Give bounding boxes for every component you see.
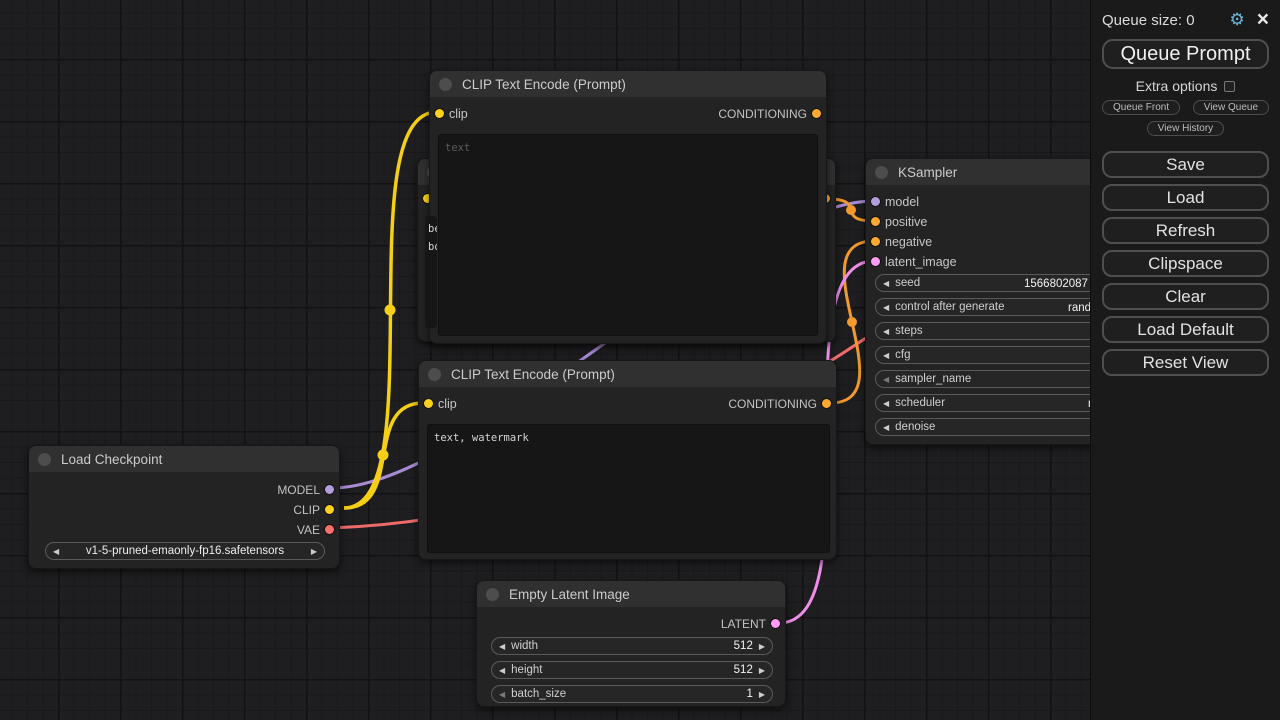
clipspace-button[interactable]: Clipspace	[1102, 250, 1269, 277]
load-default-button[interactable]: Load Default	[1102, 316, 1269, 343]
decrement-icon[interactable]: ◀	[883, 399, 889, 408]
model-input-label: model	[885, 192, 919, 212]
batch-size-widget[interactable]: ◀ batch_size 1 ▶	[491, 685, 773, 703]
prompt-textarea[interactable]: text	[438, 134, 818, 336]
vae-output-label: VAE	[297, 520, 320, 540]
refresh-button[interactable]: Refresh	[1102, 217, 1269, 244]
node-title: Empty Latent Image	[509, 587, 630, 602]
save-button[interactable]: Save	[1102, 151, 1269, 178]
increment-icon[interactable]: ▶	[759, 690, 765, 699]
node-title-bar[interactable]: Load Checkpoint	[29, 446, 339, 472]
negative-input-port[interactable]	[871, 237, 880, 246]
settings-gear-icon[interactable]: ⚙	[1229, 10, 1244, 30]
collapse-dot-icon[interactable]	[875, 166, 888, 179]
decrement-icon[interactable]: ◀	[499, 690, 505, 699]
positive-input-label: positive	[885, 212, 927, 232]
clip-output-label: CLIP	[293, 500, 320, 520]
increment-icon[interactable]: ▶	[759, 642, 765, 651]
ckpt-name-value: v1-5-pruned-emaonly-fp16.safetensors	[59, 545, 311, 557]
height-widget[interactable]: ◀ height 512 ▶	[491, 661, 773, 679]
increment-icon[interactable]: ▶	[311, 547, 317, 556]
queue-front-button[interactable]: Queue Front	[1102, 100, 1180, 115]
view-history-button[interactable]: View History	[1147, 121, 1224, 136]
model-output-label: MODEL	[277, 480, 320, 500]
latent-output-label: LATENT	[721, 614, 766, 634]
node-title: CLIP Text Encode (Prompt)	[451, 367, 615, 382]
vae-output-port[interactable]	[325, 525, 334, 534]
decrement-icon[interactable]: ◀	[883, 423, 889, 432]
decrement-icon[interactable]: ◀	[499, 666, 505, 675]
negative-prompt-textarea[interactable]: text, watermark	[427, 424, 830, 553]
node-empty-latent-image[interactable]: Empty Latent Image LATENT ◀ width 512 ▶ …	[476, 580, 786, 707]
latent-output-port[interactable]	[771, 619, 780, 628]
conditioning-output-label: CONDITIONING	[718, 104, 807, 124]
reset-view-button[interactable]: Reset View	[1102, 349, 1269, 376]
collapse-dot-icon[interactable]	[38, 453, 51, 466]
clip-input-label: clip	[449, 104, 468, 124]
decrement-icon[interactable]: ◀	[499, 642, 505, 651]
extra-options-label: Extra options	[1136, 78, 1218, 94]
negative-input-label: negative	[885, 232, 932, 252]
latent-image-input-label: latent_image	[885, 252, 957, 272]
link-midpoint-dot	[847, 317, 857, 327]
collapse-dot-icon[interactable]	[439, 78, 452, 91]
width-widget[interactable]: ◀ width 512 ▶	[491, 637, 773, 655]
extra-options-checkbox[interactable]	[1224, 81, 1235, 92]
collapse-dot-icon[interactable]	[428, 368, 441, 381]
conditioning-output-port[interactable]	[812, 109, 821, 118]
node-clip-text-encode-negative[interactable]: CLIP Text Encode (Prompt) clip CONDITION…	[418, 360, 837, 560]
node-title-bar[interactable]: CLIP Text Encode (Prompt)	[419, 361, 836, 387]
collapse-dot-icon[interactable]	[486, 588, 499, 601]
close-icon[interactable]: ×	[1257, 12, 1269, 28]
link-midpoint-dot	[385, 305, 396, 316]
clip-input-port[interactable]	[435, 109, 444, 118]
link-clip-to-negative	[344, 403, 423, 508]
clip-input-port[interactable]	[424, 399, 433, 408]
model-output-port[interactable]	[325, 485, 334, 494]
node-title: CLIP Text Encode (Prompt)	[462, 77, 626, 92]
link-midpoint-dot	[378, 450, 389, 461]
conditioning-output-port[interactable]	[822, 399, 831, 408]
clip-input-label: clip	[438, 394, 457, 414]
positive-input-port[interactable]	[871, 217, 880, 226]
queue-size-label: Queue size: 0	[1102, 12, 1195, 29]
ckpt-name-widget[interactable]: ◀ v1-5-pruned-emaonly-fp16.safetensors ▶	[45, 542, 325, 560]
link-midpoint-dot	[846, 205, 856, 215]
node-load-checkpoint[interactable]: Load Checkpoint MODEL CLIP VAE ◀ v1-5-pr…	[28, 445, 340, 569]
model-input-port[interactable]	[871, 197, 880, 206]
node-graph-canvas[interactable]: CLIP Text Encode (Prompt) clip CONDITION…	[0, 0, 1280, 720]
latent-image-input-port[interactable]	[871, 257, 880, 266]
conditioning-output-label: CONDITIONING	[728, 394, 817, 414]
node-title: Load Checkpoint	[61, 452, 162, 467]
decrement-icon[interactable]: ◀	[883, 351, 889, 360]
clear-button[interactable]: Clear	[1102, 283, 1269, 310]
clip-output-port[interactable]	[325, 505, 334, 514]
positive-prompt-textarea[interactable]: beautiful scenery nature glass bottle la…	[425, 216, 437, 328]
decrement-icon[interactable]: ◀	[883, 279, 889, 288]
load-button[interactable]: Load	[1102, 184, 1269, 211]
node-clip-text-encode-top[interactable]: CLIP Text Encode (Prompt) clip CONDITION…	[429, 70, 827, 344]
decrement-icon[interactable]: ◀	[883, 327, 889, 336]
increment-icon[interactable]: ▶	[759, 666, 765, 675]
queue-prompt-button[interactable]: Queue Prompt	[1102, 39, 1269, 69]
decrement-icon[interactable]: ◀	[883, 303, 889, 312]
decrement-icon[interactable]: ◀	[883, 375, 889, 384]
main-menu-panel: Queue size: 0 ⚙ × Queue Prompt Extra opt…	[1090, 0, 1280, 720]
node-title-bar[interactable]: Empty Latent Image	[477, 581, 785, 607]
node-title-bar[interactable]: CLIP Text Encode (Prompt)	[430, 71, 826, 97]
view-queue-button[interactable]: View Queue	[1193, 100, 1269, 115]
node-title: KSampler	[898, 165, 957, 180]
